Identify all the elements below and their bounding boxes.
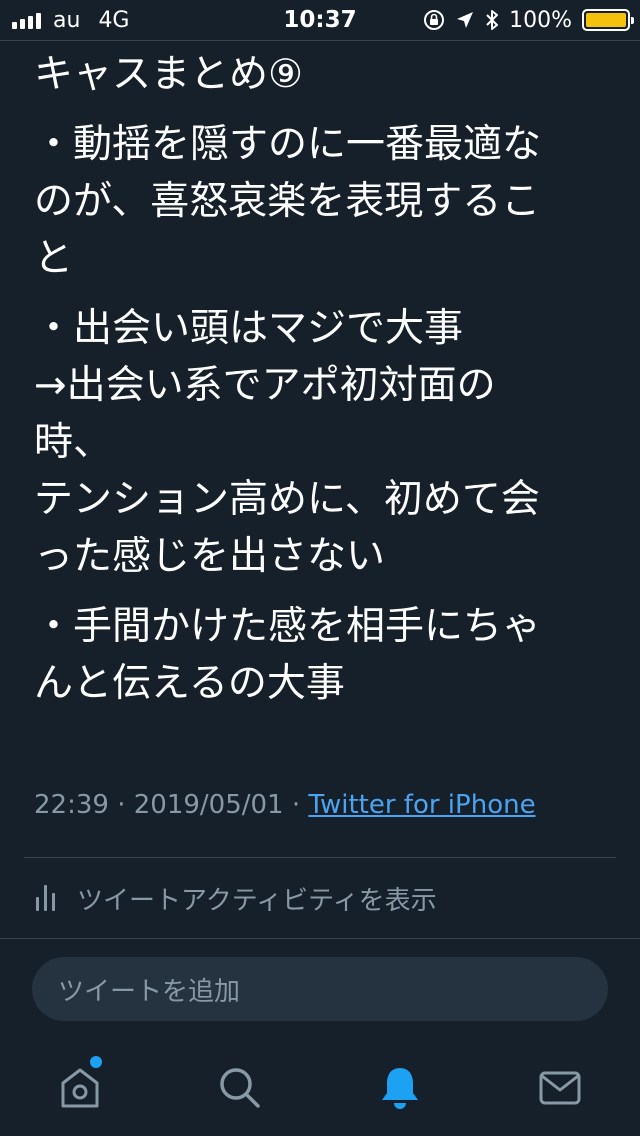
- tweet-activity-link[interactable]: ツイートアクティビティを表示: [36, 878, 437, 918]
- status-right: 100%: [423, 6, 634, 34]
- divider: [0, 938, 640, 939]
- tweet-line: ・出会い頭はマジで大事: [34, 306, 464, 351]
- tab-notifications[interactable]: [374, 1062, 426, 1114]
- tweet-paragraph: キャスまとめ⑨: [34, 46, 614, 103]
- bluetooth-icon: [486, 10, 499, 30]
- tweet-line: った感じを出さない: [34, 534, 386, 579]
- home-icon: [61, 1068, 99, 1108]
- meta-separator: ·: [291, 790, 301, 820]
- home-notification-dot: [90, 1056, 102, 1068]
- battery-icon: [582, 9, 634, 31]
- reply-placeholder: ツイートを追加: [58, 976, 241, 1007]
- rotation-lock-icon: [424, 10, 445, 30]
- meta-separator: ·: [117, 790, 126, 820]
- battery-percentage: 100%: [509, 7, 572, 33]
- tweet-time: 22:39: [34, 790, 109, 820]
- status-bar-divider: [0, 40, 640, 41]
- location-arrow-icon: [457, 12, 474, 28]
- tab-bar: [0, 1040, 640, 1136]
- tweet-line: キャスまとめ⑨: [34, 52, 303, 97]
- tweet-line: 時、: [34, 420, 113, 465]
- tab-messages[interactable]: [534, 1062, 586, 1114]
- mail-icon: [539, 1071, 581, 1105]
- reply-input[interactable]: ツイートを追加: [32, 957, 608, 1021]
- search-icon: [220, 1068, 260, 1108]
- tweet-meta: 22:39 · 2019/05/01 · Twitter for iPhone: [34, 790, 536, 820]
- tweet-activity-label: ツイートアクティビティを表示: [77, 885, 437, 916]
- tab-search[interactable]: [214, 1062, 266, 1114]
- status-bar: au 4G 10:37 100%: [0, 0, 640, 40]
- tweet-source-link[interactable]: Twitter for iPhone: [308, 790, 535, 820]
- tweet-line: ・動揺を隠すのに一番最適な: [34, 122, 542, 167]
- divider: [24, 857, 616, 858]
- tweet-line: ・手間かけた感を相手にちゃ: [34, 604, 542, 649]
- tweet-paragraph: ・出会い頭はマジで大事 →出会い系でアポ初対面の 時、 テンション高めに、初めて…: [34, 300, 614, 585]
- tab-home[interactable]: [54, 1062, 106, 1114]
- bell-icon: [382, 1068, 418, 1109]
- tweet-line: んと伝えるの大事: [34, 661, 345, 706]
- tweet-text: キャスまとめ⑨ ・動揺を隠すのに一番最適な のが、喜怒哀楽を表現するこ と ・出…: [34, 46, 614, 725]
- tweet-line: →出会い系でアポ初対面の: [34, 363, 496, 408]
- tweet-line: のが、喜怒哀楽を表現するこ: [34, 179, 541, 224]
- tweet-line: と: [34, 236, 74, 281]
- battery-level: [586, 13, 626, 27]
- tweet-line: テンション高めに、初めて会: [34, 477, 540, 522]
- tweet-paragraph: ・手間かけた感を相手にちゃ んと伝えるの大事: [34, 598, 614, 712]
- tweet-detail-screen: au 4G 10:37 100% キャスまとめ⑨ ・動揺を隠すのに一番最適な の…: [0, 0, 640, 1136]
- bar-chart-icon: [36, 885, 55, 911]
- tweet-paragraph: ・動揺を隠すのに一番最適な のが、喜怒哀楽を表現するこ と: [34, 116, 614, 287]
- tweet-date: 2019/05/01: [133, 790, 284, 820]
